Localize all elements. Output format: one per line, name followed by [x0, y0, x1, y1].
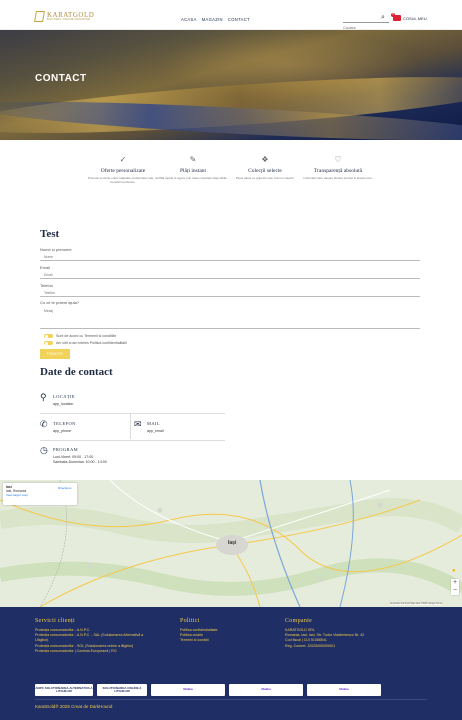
check-icon: ✓ — [119, 155, 127, 164]
main-nav: ACASA MAGAZIN CONTACT — [181, 17, 250, 22]
phone-field[interactable] — [40, 289, 420, 297]
logo-mark-icon — [34, 10, 45, 22]
search-icon[interactable]: ⌕ — [381, 14, 385, 22]
anpc-sal-badge[interactable]: ANPC SOLUTIONAREA ALTERNATIVA A LITIGIIL… — [35, 684, 93, 696]
name-field[interactable] — [40, 253, 420, 261]
privacy-label: Am citit si am inteles Politica confiden… — [56, 341, 127, 345]
footer-services-title: Servicii clienți — [35, 618, 75, 624]
divider — [40, 413, 225, 414]
footer-link[interactable]: Protecția consumatorilor - A.N.P.C. - SA… — [35, 633, 155, 643]
location-label: LOCAȚIE — [53, 394, 76, 399]
pegman-icon[interactable]: ● — [452, 568, 456, 574]
nav-shop[interactable]: MAGAZIN — [202, 17, 223, 22]
footer-divider — [35, 699, 427, 700]
feature-title: Transparență absolută — [313, 168, 363, 174]
feature-title: Plăți instant — [179, 168, 207, 174]
footer-link[interactable]: Termeni si condiții — [180, 638, 260, 643]
copyright: KaratGold® 2025 Creat de DarkHound — [35, 704, 113, 709]
map-zoom-control[interactable]: + − — [451, 579, 459, 595]
company-reg: Reg. Comert. J2025000000001 — [285, 643, 336, 648]
submit-button[interactable]: TRIMITE — [40, 349, 70, 359]
map-attribution: Keyboard shortcuts Map data ©2025 Google… — [390, 603, 443, 605]
terms-label: Sunt de acord cu Termenii si conditiile — [56, 334, 117, 338]
privacy-toggle-row: Am citit si am inteles Politica confiden… — [44, 341, 127, 345]
feature-select-collections: ❖ Colecții selecte Piese alese cu grija … — [225, 155, 305, 180]
divider — [40, 440, 225, 441]
cart-icon: 0 — [391, 13, 401, 21]
mokka-badge-2[interactable]: Mokka — [229, 684, 303, 696]
feature-desc: Plăți rapide si sigure prin toate metode… — [158, 176, 228, 180]
cart-link[interactable]: 0 COSUL MEU — [391, 13, 427, 21]
feature-personalized-offers: ✓ Oferte personalizate Promotii si ofert… — [83, 155, 163, 184]
phone-value[interactable]: app_phone — [53, 429, 71, 433]
mail-label: MAIL — [147, 421, 161, 426]
pen-icon: ✎ — [189, 155, 197, 164]
diamond-icon: ❖ — [261, 155, 269, 164]
terms-toggle[interactable] — [44, 334, 53, 338]
map-directions-link[interactable]: Directions — [58, 486, 71, 490]
message-field[interactable] — [40, 307, 420, 329]
feature-transparency: ♡ Transparență absolută Informatii clare… — [298, 155, 378, 180]
view-larger-map-link[interactable]: View larger map — [6, 493, 28, 497]
anpc-sol-badge[interactable]: SOLUȚIONAREA ONLINE A LITIGIILOR — [97, 684, 147, 696]
phone-label: Telefon — [40, 283, 53, 288]
zoom-out-icon[interactable]: − — [451, 587, 459, 595]
cart-count: 0 — [391, 13, 395, 17]
name-label: Nume și prenume — [40, 247, 72, 252]
message-label: Cu ce te putem ajuta? — [40, 300, 80, 305]
mail-icon: ✉ — [134, 419, 142, 429]
feature-instant-payments: ✎ Plăți instant Plăți rapide si sigure p… — [153, 155, 233, 180]
contact-section-title: Date de contact — [40, 366, 113, 378]
phone-icon: ✆ — [40, 419, 48, 429]
hero-banner — [0, 30, 462, 140]
program-weekend: Sambata-Duminica: 10:00 - 14:00 — [53, 460, 107, 464]
footer-policies-links: Politica confidențialitate Politica cook… — [180, 628, 260, 644]
feature-desc: Informatii clare despre fiecare produs s… — [303, 176, 373, 180]
privacy-toggle[interactable] — [44, 341, 53, 345]
email-label: Email — [40, 265, 51, 270]
logo[interactable]: KARATGOLD BIJUTERII ONLINE MAGAZINE — [34, 8, 95, 24]
footer-services-links: Protecția consumatorilor - A.N.P.C. Prot… — [35, 628, 155, 654]
clock-icon: ◷ — [40, 445, 48, 455]
zoom-in-icon[interactable]: + — [451, 579, 459, 587]
location-value: app_location — [53, 402, 74, 406]
cart-label: COSUL MEU — [403, 15, 427, 21]
page-title: CONTACT — [35, 73, 87, 84]
email-field[interactable] — [40, 271, 420, 279]
footer-company-title: Companie — [285, 618, 313, 624]
form-title: Test — [40, 228, 60, 240]
footer-company-info: KARATGOLD SRL Romania, Iasi, Iasi, Str. … — [285, 628, 425, 649]
phone-label: TELEFON — [53, 421, 76, 426]
nav-home[interactable]: ACASA — [181, 17, 197, 22]
feature-desc: Promotii si oferte unice adaptate prefer… — [87, 176, 159, 184]
feature-title: Colecții selecte — [248, 168, 282, 174]
divider — [130, 414, 131, 439]
footer-policies-title: Politici — [180, 618, 200, 624]
map-city-label: Iași — [228, 540, 237, 546]
feature-desc: Piese alese cu grija din cele mai noi co… — [235, 176, 295, 180]
heart-icon: ♡ — [334, 155, 342, 164]
mail-value[interactable]: app_email — [147, 429, 164, 433]
feature-title: Oferte personalizate — [100, 168, 146, 174]
mokka-badge-1[interactable]: Mokka — [151, 684, 225, 696]
nav-contact[interactable]: CONTACT — [228, 17, 250, 22]
program-label: PROGRAM — [53, 447, 79, 452]
terms-toggle-row: Sunt de acord cu Termenii si conditiile — [44, 334, 116, 338]
program-weekdays: Luni-Vineri: 09:00 - 17:00 — [53, 455, 94, 459]
logo-subtitle: BIJUTERII ONLINE MAGAZINE — [47, 17, 91, 21]
footer-link[interactable]: Protecția consumatorilor | Comisia Europ… — [35, 649, 155, 654]
site-header: KARATGOLD BIJUTERII ONLINE MAGAZINE ACAS… — [0, 0, 462, 30]
mokka-badge-3[interactable]: Mokka — [307, 684, 381, 696]
location-icon: ⚲ — [40, 392, 47, 402]
logo-text: KARATGOLD — [47, 10, 95, 19]
